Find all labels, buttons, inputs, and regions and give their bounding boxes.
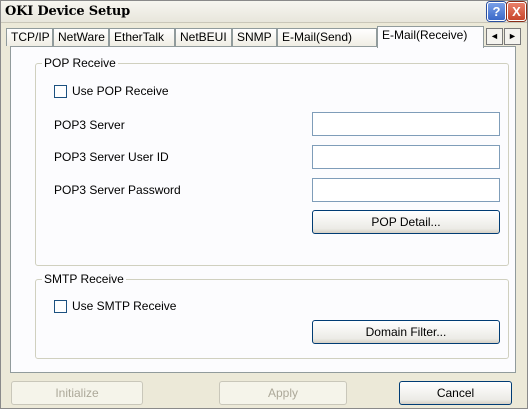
pop3-server-label: POP3 Server [54,118,125,132]
tab-snmp[interactable]: SNMP [232,28,277,46]
close-icon: X [512,4,521,19]
use-pop-receive-checkbox[interactable] [54,85,67,98]
pop3-password-input[interactable] [312,178,500,202]
tab-strip: TCP/IP NetWare EtherTalk NetBEUI SNMP E-… [6,26,526,48]
apply-button[interactable]: Apply [219,381,347,405]
pop3-userid-label: POP3 Server User ID [54,150,169,164]
pop-receive-group: POP Receive Use POP Receive POP3 Server … [35,56,509,266]
tab-email-send[interactable]: E-Mail(Send) [277,28,377,46]
help-button[interactable]: ? [487,2,506,21]
pop3-password-label: POP3 Server Password [54,183,181,197]
tab-scroll-right-icon[interactable]: ► [504,28,521,45]
initialize-button[interactable]: Initialize [11,381,143,405]
help-icon: ? [492,4,501,19]
close-button[interactable]: X [507,2,526,21]
smtp-receive-group: SMTP Receive Use SMTP Receive Domain Fil… [35,272,509,359]
pop-receive-group-label: POP Receive [42,56,118,70]
tab-scroll-left-icon[interactable]: ◄ [486,28,503,45]
use-pop-receive-label: Use POP Receive [72,84,169,98]
pop3-userid-input[interactable] [312,145,500,169]
pop-detail-button[interactable]: POP Detail... [312,210,500,234]
pop3-server-input[interactable] [312,112,500,136]
use-smtp-receive-label: Use SMTP Receive [72,299,177,313]
dialog-window: OKI Device Setup ? X TCP/IP NetWare Ethe… [0,0,528,409]
domain-filter-button[interactable]: Domain Filter... [312,320,500,344]
smtp-receive-group-label: SMTP Receive [42,272,126,286]
window-title: OKI Device Setup [5,4,130,19]
use-smtp-receive-checkbox[interactable] [54,300,67,313]
tab-tcpip[interactable]: TCP/IP [6,28,53,46]
tab-netbeui[interactable]: NetBEUI [175,28,232,46]
cancel-button[interactable]: Cancel [399,381,512,405]
title-bar: OKI Device Setup ? X [1,1,527,23]
tab-email-receive[interactable]: E-Mail(Receive) [377,26,484,48]
tab-netware[interactable]: NetWare [53,28,109,46]
tab-panel: POP Receive Use POP Receive POP3 Server … [10,46,516,373]
tab-ethertalk[interactable]: EtherTalk [109,28,175,46]
